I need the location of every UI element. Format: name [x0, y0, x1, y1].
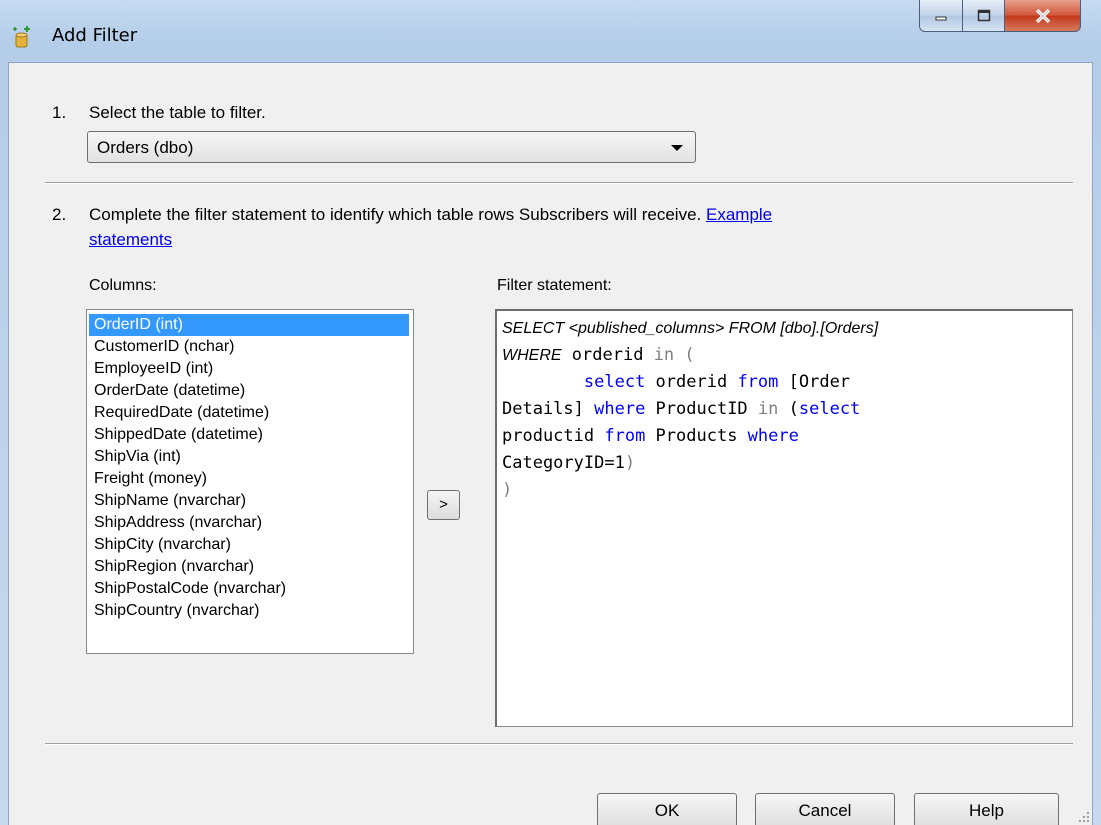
sql-text: orderid [645, 372, 738, 392]
sql-operator: in ( [653, 345, 695, 365]
maximize-button[interactable] [963, 0, 1005, 32]
sql-text: CategoryID=1 [502, 453, 625, 473]
code-line: select orderid from [Order [502, 369, 1072, 396]
step-1-instruction: Select the table to filter. [89, 103, 266, 122]
step-2-text: Complete the filter statement to identif… [89, 205, 702, 224]
separator-top [45, 182, 1073, 184]
code-line: ) [502, 477, 1072, 504]
table-select-value: Orders (dbo) [97, 138, 194, 157]
help-button[interactable]: Help [914, 793, 1059, 825]
sql-keyword: select [798, 399, 861, 419]
add-column-button[interactable]: > [427, 490, 460, 520]
example-statements-link-continued[interactable]: statements [89, 230, 172, 250]
select-clause: SELECT <published_columns> FROM [dbo].[O… [502, 320, 879, 337]
sql-keyword: where [747, 426, 799, 446]
column-list-item[interactable]: ShipCity (nvarchar) [89, 534, 409, 556]
sql-operator: ) [624, 453, 636, 473]
sql-keyword: where [594, 399, 646, 419]
code-line: WHERE orderid in ( [502, 342, 1072, 369]
step-2-number: 2. [52, 205, 67, 224]
sql-keyword: from [604, 426, 646, 446]
column-list-item[interactable]: OrderID (int) [89, 314, 409, 336]
sql-operator: in [757, 399, 779, 419]
sql-keyword: from [737, 372, 779, 392]
table-select[interactable]: Orders (dbo) [87, 131, 696, 163]
column-list-item[interactable]: EmployeeID (int) [89, 358, 409, 380]
sql-text: Products [645, 426, 748, 446]
minimize-button[interactable] [919, 0, 963, 32]
example-statements-link-text[interactable]: statements [89, 230, 172, 249]
filter-code: WHERE orderid in ( select orderid from [… [502, 342, 1072, 504]
columns-label: Columns: [89, 277, 157, 294]
column-list-item[interactable]: ShipAddress (nvarchar) [89, 512, 409, 534]
sql-text: Details] [502, 399, 595, 419]
close-icon [1035, 8, 1050, 23]
ok-button[interactable]: OK [597, 793, 737, 825]
maximize-icon [977, 9, 990, 21]
column-list-item[interactable]: CustomerID (nchar) [89, 336, 409, 358]
code-line: Details] where ProductID in (select [502, 396, 1072, 423]
sql-text: ProductID [645, 399, 758, 419]
resize-grip-icon[interactable] [1078, 811, 1090, 823]
column-list-item[interactable]: ShipPostalCode (nvarchar) [89, 578, 409, 600]
cancel-button[interactable]: Cancel [755, 793, 895, 825]
column-list-item[interactable]: Freight (money) [89, 468, 409, 490]
sql-keyword: select [583, 372, 646, 392]
sql-text: [Order [778, 372, 851, 392]
column-list-item[interactable]: ShippedDate (datetime) [89, 424, 409, 446]
columns-listbox[interactable]: OrderID (int) CustomerID (nchar) EmployeeI… [86, 309, 414, 654]
sql-text: orderid [561, 345, 654, 365]
step-1-number: 1. [52, 103, 67, 122]
where-keyword: WHERE [502, 347, 562, 364]
example-statements-link[interactable]: Example [706, 205, 772, 224]
dialog-window: Add Filter 1. Select the table to filter… [0, 0, 1101, 825]
column-list-item[interactable]: ShipVia (int) [89, 446, 409, 468]
dialog-body: 1. Select the table to filter. Orders (d… [8, 62, 1093, 825]
column-list-item[interactable]: RequiredDate (datetime) [89, 402, 409, 424]
column-list-item[interactable]: ShipCountry (nvarchar) [89, 600, 409, 622]
sql-operator: ) [502, 480, 513, 500]
column-list-item[interactable]: ShipRegion (nvarchar) [89, 556, 409, 578]
chevron-down-icon [671, 145, 683, 151]
add-filter-icon [13, 26, 30, 48]
minimize-icon [935, 16, 947, 20]
code-line: productid from Products where [502, 423, 1072, 450]
window-title: Add Filter [52, 25, 138, 46]
step-2-instruction: Complete the filter statement to identif… [89, 205, 1049, 225]
filter-statement-label: Filter statement: [497, 277, 612, 294]
close-button[interactable] [1005, 0, 1081, 32]
column-list-item[interactable]: OrderDate (datetime) [89, 380, 409, 402]
filter-statement-editor[interactable]: SELECT <published_columns> FROM [dbo].[O… [495, 309, 1073, 727]
sql-text: productid [502, 426, 605, 446]
code-line: CategoryID=1) [502, 450, 1072, 477]
title-bar[interactable]: Add Filter [0, 0, 1101, 62]
column-list-item[interactable]: ShipName (nvarchar) [89, 490, 409, 512]
separator-bottom [45, 743, 1073, 745]
sql-text: ( [778, 399, 799, 419]
